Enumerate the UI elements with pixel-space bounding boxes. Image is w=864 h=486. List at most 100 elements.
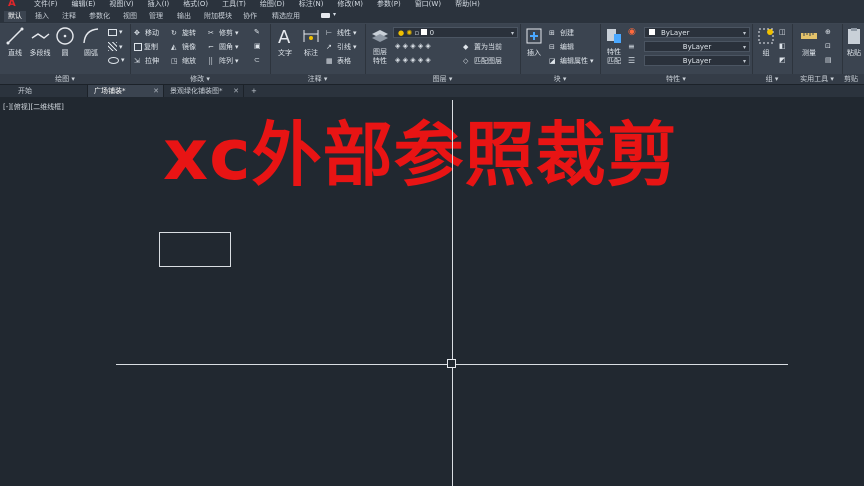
table-button[interactable]: ▦ 表格 (326, 56, 351, 66)
polyline-tool-button[interactable]: 多段线 (27, 26, 53, 58)
erase-button[interactable]: ✎ (254, 28, 263, 37)
ribbon-tab[interactable]: 管理 (149, 11, 163, 22)
dimension-tool-button[interactable]: 标注 (300, 26, 322, 58)
menu-item[interactable]: 修改(M) (337, 0, 363, 9)
edit-attributes-button[interactable]: ◪ 编辑属性 ▾ (549, 56, 594, 66)
chevron-down-icon: ▾ (353, 29, 357, 37)
layer-properties-button[interactable]: 图层特性 (368, 26, 392, 66)
ribbon-tab[interactable]: 附加模块 (204, 11, 232, 22)
clipboard-panel-title[interactable]: 剪贴 (842, 74, 864, 84)
lineweight-icon[interactable]: ☰ (628, 56, 635, 65)
explode-button[interactable]: ▣ (254, 42, 263, 51)
ribbon-tab[interactable]: 输出 (177, 11, 191, 22)
doc-tab-3[interactable]: 景观绿化铺装图* ✕ (164, 85, 244, 97)
layers-panel-title[interactable]: 图层 ▾ (365, 74, 520, 84)
ribbon-tab[interactable]: 插入 (35, 11, 49, 22)
text-tool-button[interactable]: A 文字 (274, 26, 296, 58)
rotate-button[interactable]: ↻ 旋转 (171, 28, 196, 38)
paste-button[interactable]: 粘贴 (844, 26, 864, 58)
menu-item[interactable]: 编辑(E) (72, 0, 96, 9)
hatch-tool-button[interactable]: ▾ (108, 42, 123, 51)
mirror-button[interactable]: ◭ 镜像 (171, 42, 196, 52)
menu-bar: A 文件(F) 编辑(E) 视图(V) 插入(I) 格式(O) 工具(T) 绘图(D) 标注(… (0, 0, 864, 9)
layer-dropdown[interactable]: ● ✺ ▫ 0 ▾ (393, 27, 518, 38)
line-tool-button[interactable]: 直线 (4, 26, 26, 58)
ribbon-tab[interactable]: 视图 (123, 11, 137, 22)
close-icon[interactable]: ✕ (153, 85, 159, 97)
stretch-button[interactable]: ⇲ 拉伸 (134, 56, 159, 66)
move-button[interactable]: ✥ 移动 (134, 28, 159, 38)
viewport-controls[interactable]: [-][俯视][二维线框] (3, 102, 64, 112)
group-select-button[interactable]: ◩ (779, 56, 788, 65)
calculator-button[interactable]: ▤ (825, 56, 834, 65)
menu-item[interactable]: 绘图(D) (260, 0, 285, 9)
annotation-panel: A 文字 标注 ⊢ 线性 ▾ ↗ 引线 ▾ ▦ 表格 注释 ▾ (270, 24, 366, 84)
leader-button[interactable]: ↗ 引线 ▾ (326, 42, 357, 52)
menu-item[interactable]: 插入(I) (148, 0, 170, 9)
create-block-button[interactable]: ⊞ 创建 (549, 28, 574, 38)
close-icon[interactable]: ✕ (233, 85, 239, 97)
menu-item[interactable]: 格式(O) (183, 0, 208, 9)
array-button[interactable]: ⣿ 阵列 ▾ (208, 56, 239, 66)
color-wheel-icon[interactable]: ◉ (628, 27, 636, 37)
properties-panel-title[interactable]: 特性 ▾ (600, 74, 752, 84)
menu-item[interactable]: 帮助(H) (455, 0, 480, 9)
menu-item[interactable]: 文件(F) (34, 0, 58, 9)
modify-panel-title[interactable]: 修改 ▾ (130, 74, 270, 84)
quick-select-button[interactable]: ⊕ (825, 28, 834, 37)
id-point-icon: ⊡ (825, 42, 831, 50)
ribbon-tab[interactable]: 默认 (4, 11, 26, 22)
chevron-down-icon[interactable]: ▾ (333, 11, 336, 18)
id-point-button[interactable]: ⊡ (825, 42, 834, 51)
ribbon-tab[interactable]: 注释 (62, 11, 76, 22)
arc-tool-button[interactable]: 圆弧 (80, 26, 102, 58)
app-logo-icon[interactable]: A (8, 0, 16, 9)
copy-button[interactable]: 复制 (134, 42, 158, 52)
plus-icon: + (251, 87, 257, 95)
rectangle-tool-button[interactable]: ▾ (108, 28, 123, 36)
match-layer-button[interactable]: ◇ 匹配图层 (463, 56, 502, 66)
calculator-icon: ▤ (825, 56, 832, 64)
group-edit-button[interactable]: ◧ (779, 42, 788, 51)
trim-button[interactable]: ✂ 修剪 ▾ (208, 28, 239, 38)
measure-button[interactable]: 测量 (797, 26, 821, 58)
doc-tab-start[interactable]: 开始 (0, 85, 88, 97)
scale-button[interactable]: ◳ 缩放 (171, 56, 196, 66)
ribbon-tab[interactable]: 协作 (243, 11, 257, 22)
menu-item[interactable]: 参数(P) (377, 0, 401, 9)
ellipse-tool-button[interactable]: ▾ (108, 56, 125, 64)
groups-panel-title[interactable]: 组 ▾ (752, 74, 792, 84)
block-panel-title[interactable]: 块 ▾ (520, 74, 600, 84)
annotation-panel-title[interactable]: 注释 ▾ (270, 74, 365, 84)
ribbon-tab[interactable]: 参数化 (89, 11, 110, 22)
block-panel: 插入 ⊞ 创建 ⊟ 编辑 ◪ 编辑属性 ▾ 块 ▾ (520, 24, 601, 84)
layer-isolate-icon[interactable]: ◈ ◈ ◈ ◈ ◈ (395, 42, 431, 50)
fillet-button[interactable]: ⌐ 圆角 ▾ (208, 42, 239, 52)
menu-item[interactable]: 工具(T) (222, 0, 246, 9)
ribbon-toggle-icon[interactable] (321, 13, 330, 18)
circle-tool-button[interactable]: 圆 (54, 26, 76, 58)
ungroup-button[interactable]: ◫ (779, 28, 788, 37)
menu-item[interactable]: 窗口(W) (415, 0, 441, 9)
linetype-icon[interactable]: ≡ (628, 42, 635, 51)
color-dropdown[interactable]: ByLayer ▾ (644, 27, 750, 38)
new-tab-button[interactable]: + (247, 85, 261, 97)
linear-dim-button[interactable]: ⊢ 线性 ▾ (326, 28, 357, 38)
insert-block-button[interactable]: 插入 (523, 26, 545, 58)
drawn-rectangle[interactable] (159, 232, 231, 267)
offset-button[interactable]: ⊂ (254, 56, 263, 65)
menu-item[interactable]: 视图(V) (109, 0, 133, 9)
edit-block-button[interactable]: ⊟ 编辑 (549, 42, 574, 52)
match-properties-button[interactable]: 特性匹配 (603, 26, 625, 66)
utilities-panel-title[interactable]: 实用工具 ▾ (792, 74, 842, 84)
ribbon-tab[interactable]: 精选应用 (272, 11, 300, 22)
linetype-dropdown[interactable]: ByLayer ▾ (644, 41, 750, 52)
layer-off-icon[interactable]: ◈ ◈ ◈ ◈ ◈ (395, 56, 431, 64)
rotate-icon: ↻ (171, 28, 177, 37)
make-current-button[interactable]: ◆ 置为当前 (463, 42, 502, 52)
draw-panel-title[interactable]: 绘图 ▾ (0, 74, 130, 84)
menu-item[interactable]: 标注(N) (299, 0, 324, 9)
group-button[interactable]: 组 (755, 26, 777, 58)
lineweight-dropdown[interactable]: ByLayer ▾ (644, 55, 750, 66)
doc-tab-active[interactable]: 广场铺装* ✕ (88, 85, 164, 97)
